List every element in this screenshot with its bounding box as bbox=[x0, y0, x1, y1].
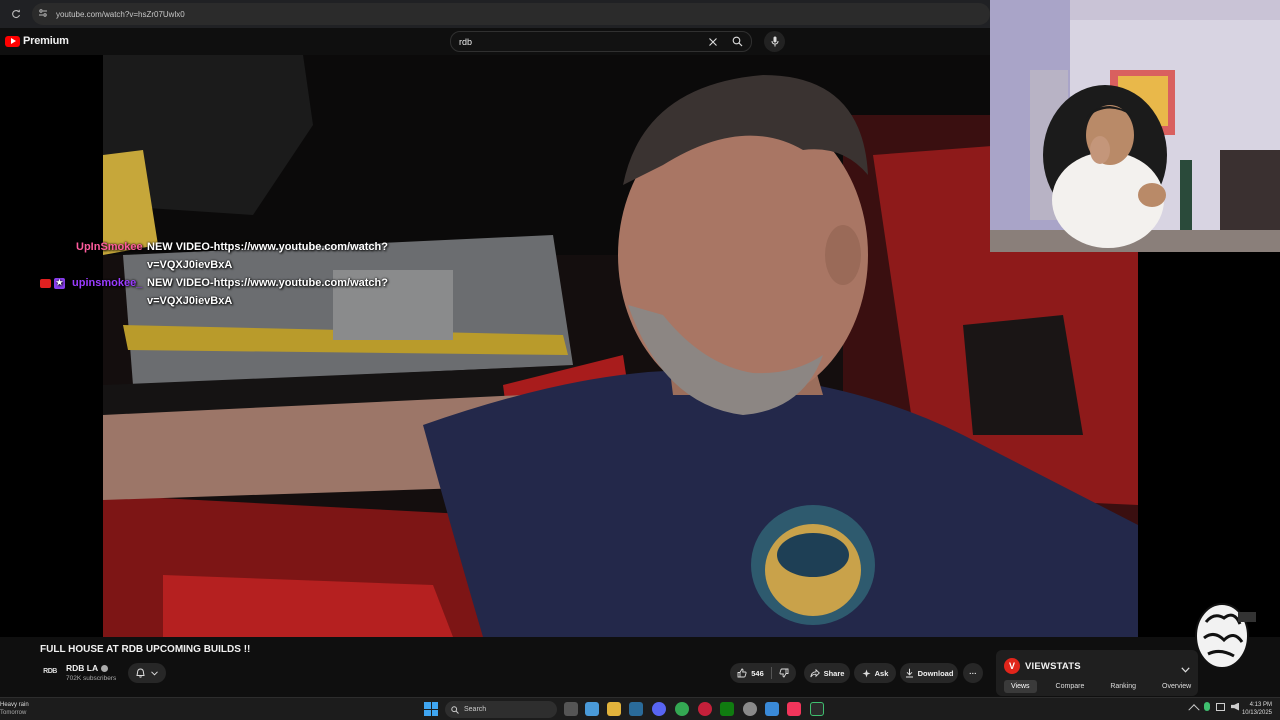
webcam-overlay bbox=[990, 0, 1280, 252]
download-button[interactable]: Download bbox=[900, 663, 958, 683]
chat-message: ★ upinsmokee_ bbox=[40, 274, 142, 292]
taskbar: Heavy rain Tomorrow Search 4:13 PM 10/13… bbox=[0, 697, 1280, 720]
viewstats-title: VIEWSTATS bbox=[1025, 661, 1081, 672]
clear-search-icon[interactable] bbox=[703, 32, 723, 51]
more-actions-button[interactable]: ··· bbox=[963, 663, 983, 683]
xbox-icon[interactable] bbox=[720, 702, 734, 716]
logo-label: Premium bbox=[23, 35, 69, 47]
weather-condition: Heavy rain bbox=[0, 702, 29, 708]
reload-icon[interactable] bbox=[4, 2, 28, 26]
search-input[interactable]: rdb bbox=[450, 31, 752, 52]
clock[interactable]: 4:13 PM 10/13/2025 bbox=[1236, 701, 1272, 717]
download-icon bbox=[905, 668, 913, 678]
ask-button[interactable]: Ask bbox=[854, 663, 896, 683]
chevron-down-icon[interactable] bbox=[1181, 660, 1190, 678]
divider bbox=[770, 667, 772, 679]
download-label: Download bbox=[917, 668, 954, 678]
sparkle-icon bbox=[862, 669, 871, 677]
video-title: FULL HOUSE AT RDB UPCOMING BUILDS !! bbox=[40, 644, 251, 655]
terminal-icon[interactable] bbox=[810, 702, 824, 716]
tab-views[interactable]: Views bbox=[1004, 680, 1037, 693]
system-tray bbox=[1188, 702, 1239, 715]
like-count[interactable]: 546 bbox=[751, 669, 764, 678]
chevron-down-icon bbox=[151, 670, 158, 676]
taskbar-search[interactable]: Search bbox=[445, 701, 557, 718]
screen: youtube.com/watch?v=hsZr07Uwlx0 Premium … bbox=[0, 0, 1280, 720]
channel-name[interactable]: RDB LA bbox=[66, 663, 109, 673]
ask-label: Ask bbox=[874, 668, 889, 678]
site-info-icon[interactable] bbox=[38, 8, 50, 20]
discord-icon[interactable] bbox=[652, 702, 666, 716]
chat-text: NEW VIDEO-https://www.youtube.com/watch?… bbox=[147, 238, 388, 274]
chrome-icon[interactable] bbox=[675, 702, 689, 716]
streamer-logo bbox=[1194, 600, 1258, 672]
tab-ranking[interactable]: Ranking bbox=[1103, 680, 1143, 693]
windows-start-icon[interactable] bbox=[424, 702, 438, 716]
steam-icon[interactable] bbox=[629, 702, 643, 716]
time: 4:13 PM bbox=[1249, 702, 1272, 708]
like-dislike-group: 546 bbox=[730, 663, 796, 683]
url-text: youtube.com/watch?v=hsZr07Uwlx0 bbox=[55, 9, 185, 19]
address-bar[interactable]: youtube.com/watch?v=hsZr07Uwlx0 bbox=[31, 3, 990, 25]
taskbar-search-label: Search bbox=[464, 706, 487, 713]
search-query[interactable]: rdb bbox=[451, 37, 703, 47]
chat-text-line: NEW VIDEO-https://www.youtube.com/watch? bbox=[147, 241, 388, 253]
share-label: Share bbox=[823, 668, 845, 678]
obs-icon[interactable] bbox=[743, 702, 757, 716]
browser-toolbar: youtube.com/watch?v=hsZr07Uwlx0 bbox=[0, 0, 990, 28]
date: 10/13/2025 bbox=[1241, 710, 1272, 716]
chat-text: NEW VIDEO-https://www.youtube.com/watch?… bbox=[147, 274, 388, 310]
bell-icon bbox=[136, 668, 145, 678]
video-frame bbox=[103, 55, 1138, 637]
microphone-icon[interactable] bbox=[764, 31, 785, 52]
file-explorer-icon[interactable] bbox=[607, 702, 621, 716]
viewstats-tabs: Views Compare Ranking Overview bbox=[1004, 680, 1198, 693]
video-still bbox=[103, 55, 1138, 637]
star-badge-icon: ★ bbox=[54, 277, 65, 289]
chat-message: UpInSmokee bbox=[76, 238, 143, 256]
youtube-play-icon bbox=[5, 35, 20, 47]
share-icon bbox=[809, 668, 820, 677]
weather-day: Tomorrow bbox=[0, 710, 27, 716]
chat-username: upinsmokee_ bbox=[72, 277, 143, 289]
tab-compare[interactable]: Compare bbox=[1049, 680, 1092, 693]
mic-tray-icon[interactable] bbox=[1204, 702, 1210, 711]
copilot-icon[interactable] bbox=[585, 702, 599, 716]
network-icon[interactable] bbox=[1216, 702, 1225, 711]
share-button[interactable]: Share bbox=[804, 663, 850, 683]
chevron-up-icon[interactable] bbox=[1188, 703, 1200, 715]
youtube-premium-logo[interactable]: Premium bbox=[5, 35, 69, 47]
search-icon bbox=[451, 705, 459, 714]
music-icon[interactable] bbox=[787, 702, 801, 716]
webcam-feed bbox=[990, 0, 1280, 252]
chat-username: UpInSmokee bbox=[76, 241, 143, 253]
weather-widget[interactable]: Heavy rain Tomorrow bbox=[0, 701, 29, 717]
notification-bell-button[interactable] bbox=[128, 663, 166, 683]
viewstats-panel: V VIEWSTATS Views Compare Ranking Overvi… bbox=[996, 650, 1198, 696]
task-view-icon[interactable] bbox=[564, 702, 578, 716]
thumbs-up-icon[interactable] bbox=[737, 668, 747, 678]
viewstats-logo-icon: V bbox=[1004, 658, 1020, 674]
camera-badge-icon bbox=[40, 278, 51, 288]
chat-text-line: v=VQXJ0ievBxA bbox=[147, 259, 233, 271]
channel-avatar[interactable]: RDB bbox=[40, 664, 60, 678]
verified-icon bbox=[101, 664, 109, 672]
chat-text-line: NEW VIDEO-https://www.youtube.com/watch? bbox=[147, 277, 388, 289]
subscriber-count: 702K subscribers bbox=[66, 675, 117, 682]
photos-icon[interactable] bbox=[765, 702, 779, 716]
chat-text-line: v=VQXJ0ievBxA bbox=[147, 295, 233, 307]
youtube-header: Premium rdb bbox=[0, 28, 990, 55]
tab-overview[interactable]: Overview bbox=[1155, 680, 1198, 693]
more-icon: ··· bbox=[969, 668, 977, 678]
channel-name-text[interactable]: RDB LA bbox=[66, 663, 98, 673]
thumbs-down-icon[interactable] bbox=[779, 668, 789, 678]
search-icon[interactable] bbox=[723, 32, 751, 51]
opera-icon[interactable] bbox=[698, 702, 712, 716]
